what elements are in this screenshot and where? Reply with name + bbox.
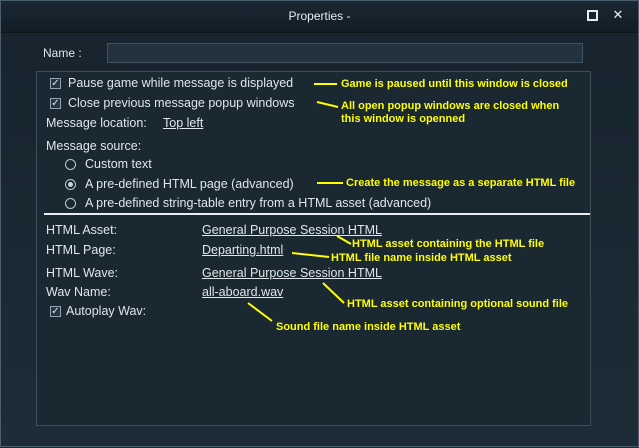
arrow-asset [336,235,352,245]
note-pause: Game is paused until this window is clos… [341,78,568,90]
note-close-line1: All open popup windows are closed when [341,100,560,112]
arrow-wave [322,282,345,304]
note-page: HTML file name inside HTML asset [331,252,512,264]
properties-window: Properties - ✕ Name : ✓ Pause game while… [0,0,639,447]
note-wave: HTML asset containing optional sound fil… [347,298,569,310]
note-close-line2: this window is openned [341,113,466,125]
arrow-wav [247,302,273,322]
annotation-arrows [247,83,352,322]
arrow-page [291,252,330,258]
arrow-close [316,101,339,108]
note-asset: HTML asset containing the HTML file [352,238,545,250]
note-html-page: Create the message as a separate HTML fi… [346,177,576,189]
note-wav: Sound file name inside HTML asset [276,321,461,333]
